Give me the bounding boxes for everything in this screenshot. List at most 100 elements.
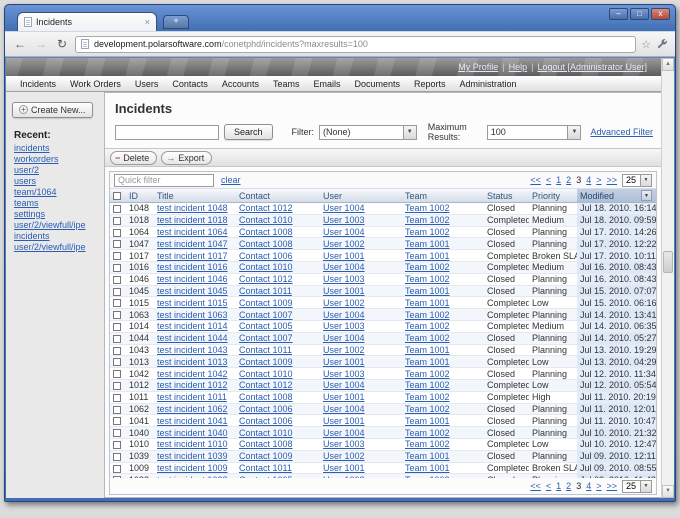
select-all-checkbox[interactable]: [113, 192, 121, 200]
team-link[interactable]: Team 1001: [405, 239, 450, 249]
incident-link[interactable]: test incident 1015: [157, 298, 228, 308]
recent-link[interactable]: incidents: [14, 231, 100, 242]
row-checkbox[interactable]: [113, 441, 121, 449]
incident-link[interactable]: test incident 1040: [157, 428, 228, 438]
reload-icon[interactable]: ↻: [54, 36, 70, 52]
filter-select[interactable]: (None) ▼: [319, 125, 417, 140]
page-last-link[interactable]: >>: [606, 481, 617, 491]
contact-link[interactable]: Contact 1009: [239, 298, 293, 308]
my-profile-link[interactable]: My Profile: [458, 62, 498, 72]
team-link[interactable]: Team 1001: [405, 451, 450, 461]
menu-item-teams[interactable]: Teams: [273, 79, 300, 89]
contact-link[interactable]: Contact 1010: [239, 215, 293, 225]
contact-link[interactable]: Contact 1011: [239, 345, 292, 355]
forward-icon[interactable]: →: [33, 36, 49, 52]
team-link[interactable]: Team 1002: [405, 392, 450, 402]
page-link[interactable]: 2: [566, 175, 571, 185]
incident-link[interactable]: test incident 1043: [157, 345, 228, 355]
incident-link[interactable]: test incident 1039: [157, 451, 228, 461]
minimize-button[interactable]: –: [609, 8, 628, 20]
row-checkbox[interactable]: [113, 311, 121, 319]
help-link[interactable]: Help: [509, 62, 528, 72]
scrollbar-thumb[interactable]: [663, 251, 673, 273]
incident-link[interactable]: test incident 1063: [157, 310, 228, 320]
browser-tab[interactable]: Incidents ×: [17, 12, 157, 31]
row-checkbox[interactable]: [113, 417, 121, 425]
incident-link[interactable]: test incident 1062: [157, 404, 228, 414]
page-link[interactable]: 2: [566, 481, 571, 491]
contact-link[interactable]: Contact 1011: [239, 463, 292, 473]
recent-link[interactable]: user/2/viewfull/ipe: [14, 242, 100, 253]
column-header-contact[interactable]: Contact: [236, 191, 320, 201]
team-link[interactable]: Team 1002: [405, 369, 450, 379]
export-button[interactable]: → Export: [161, 151, 212, 165]
back-icon[interactable]: ←: [12, 36, 28, 52]
row-checkbox[interactable]: [113, 276, 121, 284]
user-link[interactable]: User 1003: [323, 439, 365, 449]
row-checkbox[interactable]: [113, 264, 121, 272]
team-link[interactable]: Team 1001: [405, 286, 450, 296]
team-link[interactable]: Team 1002: [405, 439, 450, 449]
contact-link[interactable]: Contact 1010: [239, 262, 293, 272]
search-button[interactable]: Search: [224, 124, 273, 140]
page-size-select[interactable]: 25 ▼: [622, 480, 652, 493]
team-link[interactable]: Team 1002: [405, 262, 450, 272]
page-first-link[interactable]: <<: [530, 481, 541, 491]
team-link[interactable]: Team 1001: [405, 357, 450, 367]
user-link[interactable]: User 1002: [323, 345, 365, 355]
sort-arrow-icon[interactable]: ▼: [641, 190, 652, 201]
team-link[interactable]: Team 1002: [405, 428, 450, 438]
browser-scrollbar[interactable]: ▲ ▼: [661, 58, 674, 498]
row-checkbox[interactable]: [113, 288, 121, 296]
incident-link[interactable]: test incident 1016: [157, 262, 228, 272]
menu-item-administration[interactable]: Administration: [460, 79, 517, 89]
incident-link[interactable]: test incident 1045: [157, 286, 228, 296]
row-checkbox[interactable]: [113, 406, 121, 414]
clear-filter-link[interactable]: clear: [221, 175, 241, 185]
column-header-user[interactable]: User: [320, 191, 402, 201]
recent-link[interactable]: settings: [14, 209, 100, 220]
incident-link[interactable]: test incident 1011: [157, 392, 227, 402]
max-results-select[interactable]: 100 ▼: [487, 125, 582, 140]
team-link[interactable]: Team 1002: [405, 203, 450, 213]
user-link[interactable]: User 1004: [323, 227, 365, 237]
team-link[interactable]: Team 1002: [405, 404, 450, 414]
contact-link[interactable]: Contact 1006: [239, 416, 293, 426]
row-checkbox[interactable]: [113, 429, 121, 437]
row-checkbox[interactable]: [113, 229, 121, 237]
user-link[interactable]: User 1004: [323, 310, 365, 320]
incident-link[interactable]: test incident 1042: [157, 369, 228, 379]
delete-button[interactable]: − Delete: [110, 151, 157, 165]
user-link[interactable]: User 1002: [323, 298, 365, 308]
incident-link[interactable]: test incident 1018: [157, 215, 228, 225]
row-checkbox[interactable]: [113, 205, 121, 213]
recent-link[interactable]: team/1064: [14, 187, 100, 198]
recent-link[interactable]: users: [14, 176, 100, 187]
row-checkbox[interactable]: [113, 394, 121, 402]
user-link[interactable]: User 1003: [323, 369, 365, 379]
user-link[interactable]: User 1001: [323, 416, 365, 426]
contact-link[interactable]: Contact 1005: [239, 321, 293, 331]
page-next-link[interactable]: >: [596, 175, 601, 185]
incident-link[interactable]: test incident 1009: [157, 463, 228, 473]
column-header-status[interactable]: Status: [484, 191, 529, 201]
incident-link[interactable]: test incident 1048: [157, 203, 228, 213]
row-checkbox[interactable]: [113, 252, 121, 260]
contact-link[interactable]: Contact 1010: [239, 428, 293, 438]
scroll-down-icon[interactable]: ▼: [662, 485, 674, 498]
row-checkbox[interactable]: [113, 240, 121, 248]
contact-link[interactable]: Contact 1007: [239, 333, 293, 343]
recent-link[interactable]: workorders: [14, 154, 100, 165]
incident-link[interactable]: test incident 1014: [157, 321, 228, 331]
user-link[interactable]: User 1001: [323, 392, 365, 402]
incident-link[interactable]: test incident 1010: [157, 439, 228, 449]
column-header-title[interactable]: Title: [154, 191, 236, 201]
search-input[interactable]: [115, 125, 219, 140]
team-link[interactable]: Team 1001: [405, 251, 450, 261]
row-checkbox[interactable]: [113, 347, 121, 355]
team-link[interactable]: Team 1002: [405, 380, 450, 390]
user-link[interactable]: User 1004: [323, 333, 365, 343]
contact-link[interactable]: Contact 1008: [239, 227, 293, 237]
page-prev-link[interactable]: <: [546, 175, 551, 185]
user-link[interactable]: User 1003: [323, 274, 365, 284]
